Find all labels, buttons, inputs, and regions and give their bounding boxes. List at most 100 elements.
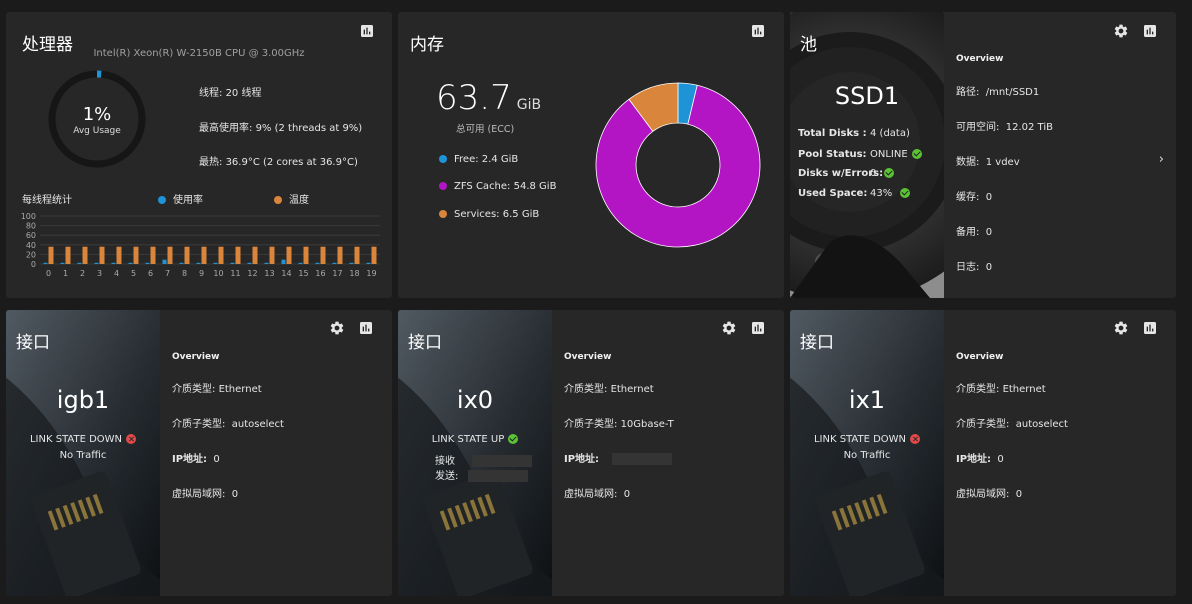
pool-spare-row: 备用: 0 xyxy=(956,227,993,238)
ip-address-row: IP地址: 0 xyxy=(956,454,1004,465)
temperature-bar xyxy=(201,246,207,264)
y-tick-label: 60 xyxy=(26,231,36,240)
temperature-bar xyxy=(269,246,275,264)
x-tick-label: 15 xyxy=(298,269,308,278)
y-tick-label: 80 xyxy=(26,222,36,231)
usage-bar xyxy=(281,259,286,264)
pool-title: 池 xyxy=(800,35,817,55)
pool-used-value: 43% xyxy=(870,188,911,199)
memory-chart-button[interactable] xyxy=(749,22,767,40)
y-tick-label: 0 xyxy=(31,260,36,269)
temperature-bar xyxy=(82,246,88,264)
pool-settings-button[interactable] xyxy=(1112,22,1130,40)
pool-name: SSD1 xyxy=(834,82,900,110)
usage-bar xyxy=(60,262,65,264)
memory-total: 63.7 GiB xyxy=(436,78,541,118)
per-thread-stats-label: 每线程统计 xyxy=(22,195,72,206)
usage-bar xyxy=(264,262,269,264)
y-tick-label: 40 xyxy=(26,241,36,250)
interface-title: 接口 xyxy=(800,333,834,353)
bar-chart-icon xyxy=(750,320,766,336)
interface-title: 接口 xyxy=(16,333,50,353)
vlan-row: 虚拟局域网: 0 xyxy=(956,489,1023,500)
usage-bar xyxy=(213,262,218,264)
interface-settings-button[interactable] xyxy=(1112,319,1130,337)
cpu-usage-label: Avg Usage xyxy=(73,126,121,136)
link-down-icon xyxy=(910,434,921,444)
temperature-bar xyxy=(235,246,241,264)
usage-bar xyxy=(77,262,82,264)
interface-name: ix0 xyxy=(456,386,494,414)
legend-temp[interactable]: 温度 xyxy=(274,191,309,206)
link-up-icon xyxy=(508,434,519,444)
media-subtype-row: 介质子类型: autoselect xyxy=(172,419,284,430)
temperature-bar xyxy=(133,246,139,264)
interface-chart-button[interactable] xyxy=(357,319,375,337)
pool-data-row[interactable]: 数据: 1 vdev › xyxy=(956,152,1170,168)
ip-address-row: IP地址: 0 xyxy=(172,454,220,465)
x-tick-label: 16 xyxy=(315,269,325,278)
link-state: LINK STATE UP xyxy=(398,434,552,445)
x-tick-label: 9 xyxy=(199,269,204,278)
interface-chart-button[interactable] xyxy=(1141,319,1159,337)
usage-bar xyxy=(179,262,184,264)
interface-name: igb1 xyxy=(56,386,110,414)
memory-legend-services: Services: 6.5 GiB xyxy=(439,209,539,220)
x-tick-label: 13 xyxy=(264,269,274,278)
cpu-chart-button[interactable] xyxy=(358,22,376,40)
usage-bar xyxy=(111,262,116,264)
legend-usage[interactable]: 使用率 xyxy=(158,191,203,206)
check-icon xyxy=(884,168,895,178)
temperature-bar xyxy=(337,246,343,264)
memory-title: 内存 xyxy=(410,35,444,55)
traffic-status: No Traffic xyxy=(843,450,891,461)
interface-chart-button[interactable] xyxy=(749,319,767,337)
x-tick-label: 12 xyxy=(247,269,257,278)
media-subtype-row: 介质子类型: autoselect xyxy=(956,419,1068,430)
cpu-card: 处理器 Intel(R) Xeon(R) W-2150B CPU @ 3.00G… xyxy=(6,12,392,298)
pool-total-disks: Total Disks : xyxy=(798,128,867,139)
temperature-bar xyxy=(252,246,258,264)
legend-services-swatch xyxy=(439,210,447,218)
media-subtype-row: 介质子类型: 10Gbase-T xyxy=(564,419,674,430)
x-tick-label: 8 xyxy=(182,269,187,278)
temperature-bar xyxy=(48,246,54,264)
redacted-value xyxy=(467,470,528,482)
temperature-bar xyxy=(116,246,122,264)
x-tick-label: 7 xyxy=(165,269,170,278)
legend-free-swatch xyxy=(439,155,447,163)
cpu-max-usage-row: 最高使用率: 9% (2 threads at 9%) xyxy=(199,123,363,134)
gear-icon xyxy=(329,320,345,336)
temperature-bar xyxy=(354,246,360,264)
cpu-threads-row: 线程: 20 线程 xyxy=(199,88,262,99)
pool-avail-row: 可用空间: 12.02 TiB xyxy=(956,122,1053,133)
usage-bar xyxy=(162,259,167,264)
bar-chart-icon xyxy=(359,23,375,39)
temperature-bar xyxy=(303,246,309,264)
x-tick-label: 2 xyxy=(80,269,85,278)
memory-card: 内存 63.7 GiB 总可用 (ECC) Free: 2.4 GiB ZFS … xyxy=(398,12,784,298)
usage-bar xyxy=(128,262,133,264)
memory-donut-chart xyxy=(595,82,761,248)
temperature-bar xyxy=(320,246,326,264)
pool-total-disks-value: 4 (data) xyxy=(870,128,910,139)
interface-settings-button[interactable] xyxy=(720,319,738,337)
gear-icon xyxy=(721,320,737,336)
temperature-bar xyxy=(218,246,224,264)
memory-total-label: 总可用 (ECC) xyxy=(456,124,515,135)
y-tick-label: 100 xyxy=(21,212,36,221)
interface-settings-button[interactable] xyxy=(328,319,346,337)
x-tick-label: 0 xyxy=(46,269,51,278)
redacted-value xyxy=(612,453,673,465)
x-tick-label: 17 xyxy=(332,269,342,278)
bar-chart-icon xyxy=(358,320,374,336)
temperature-bar xyxy=(99,246,105,264)
cpu-max-temp-row: 最热: 36.9°C (2 cores at 36.9°C) xyxy=(199,157,358,168)
temperature-bar xyxy=(65,246,71,264)
interface-overview-heading: Overview xyxy=(172,352,220,362)
temperature-bar xyxy=(286,246,292,264)
interface-card-igb1: 接口 igb1 LINK STATE DOWN No Traffic Overv… xyxy=(6,310,392,596)
pool-chart-button[interactable] xyxy=(1141,22,1159,40)
usage-bar xyxy=(247,262,252,264)
usage-bar xyxy=(349,262,354,264)
